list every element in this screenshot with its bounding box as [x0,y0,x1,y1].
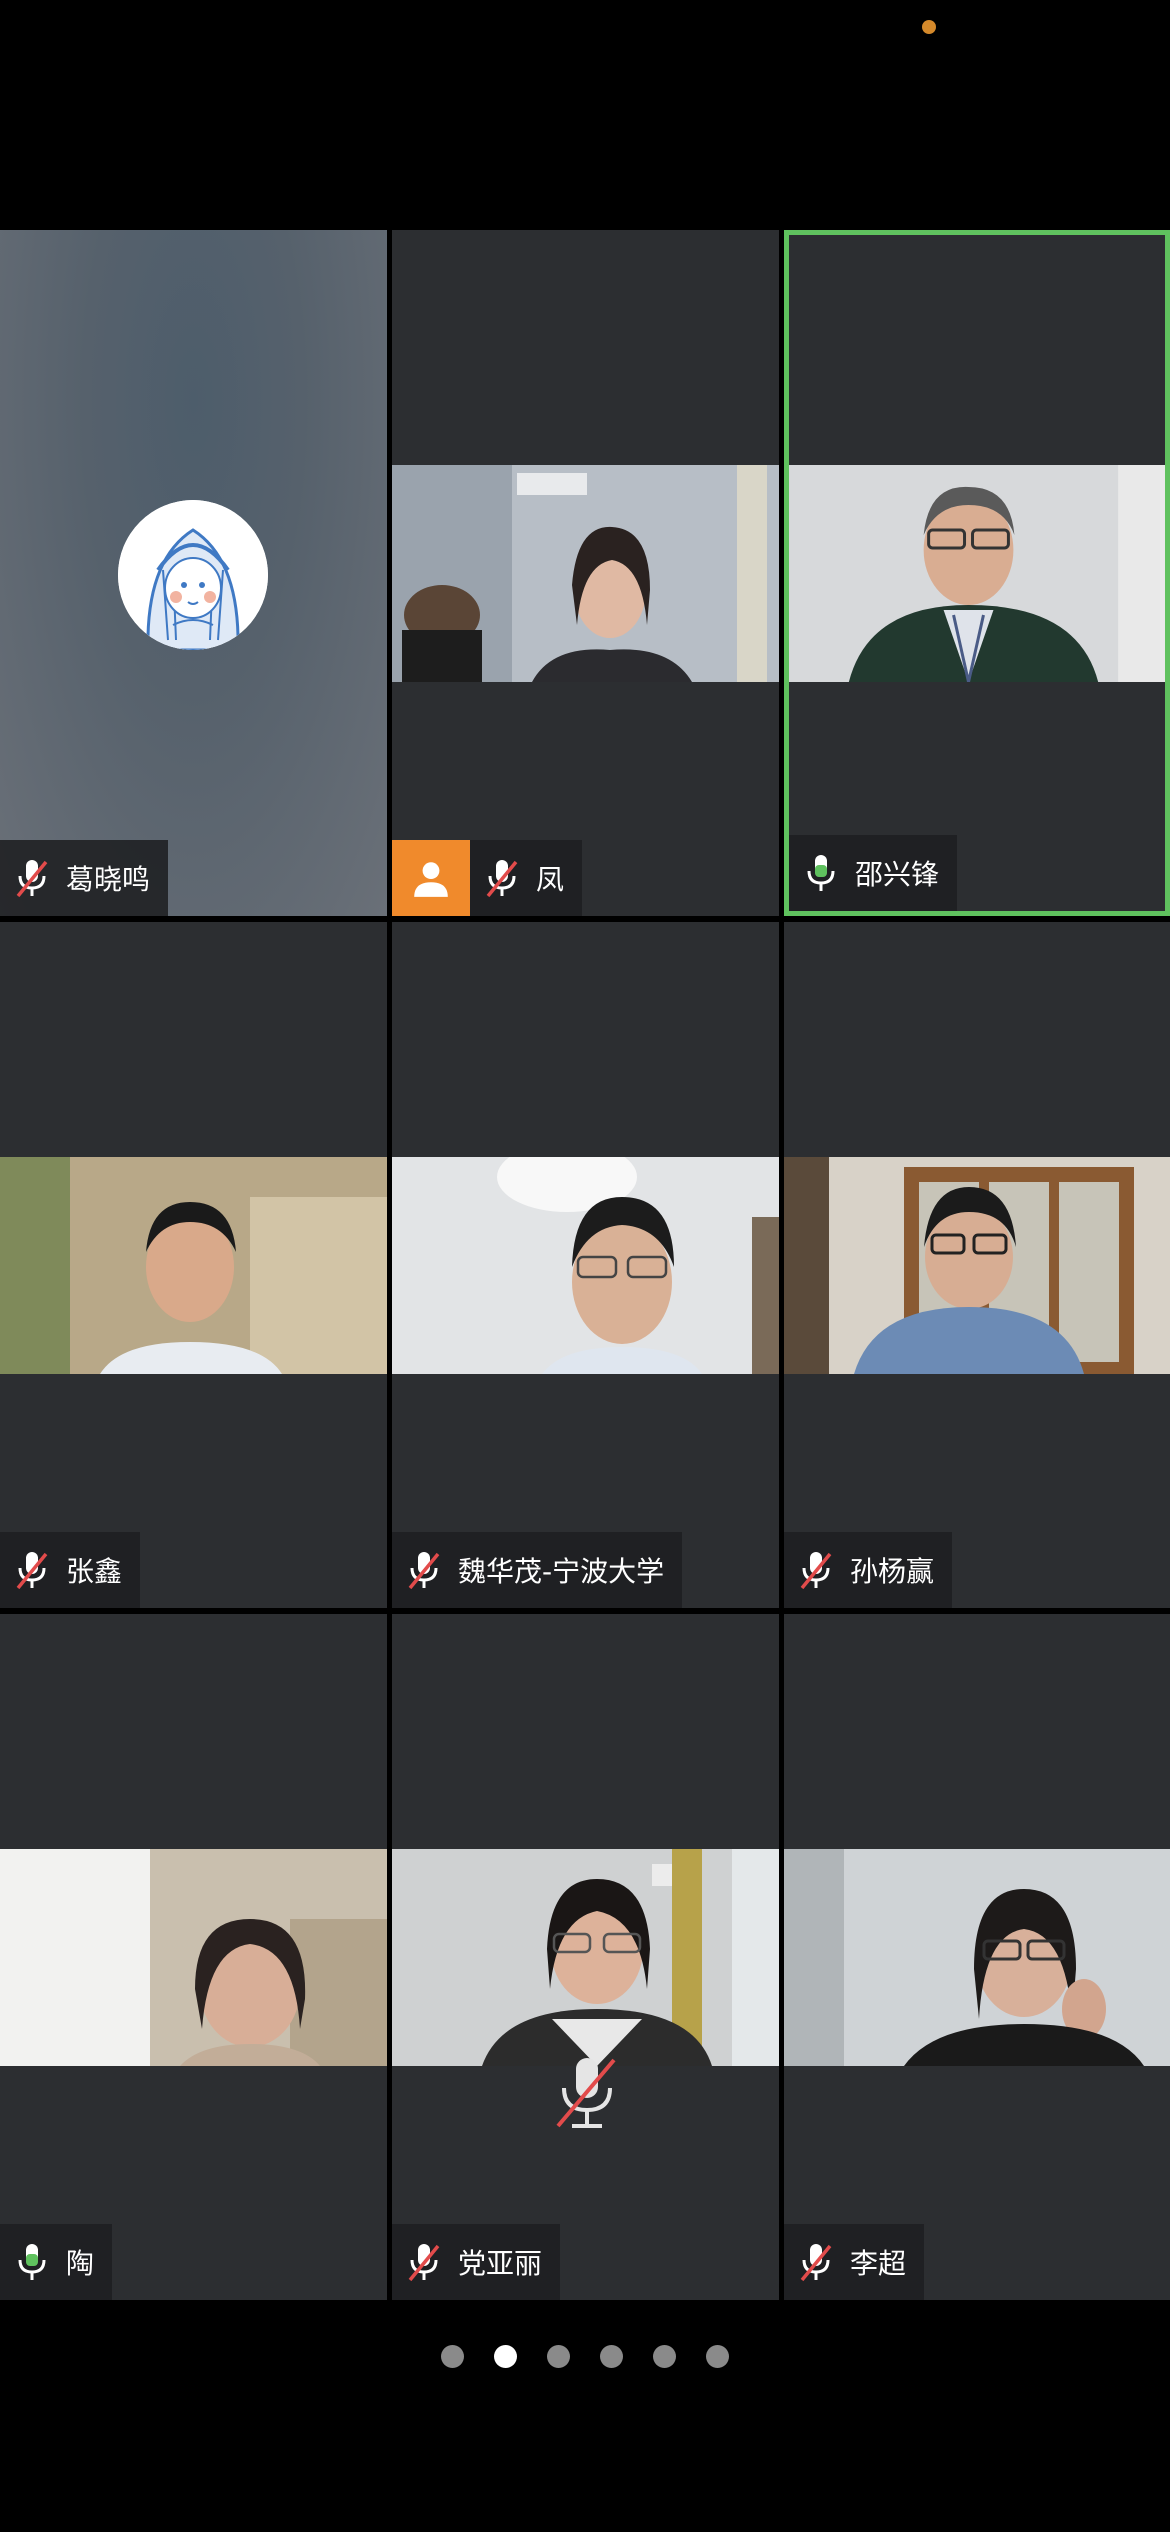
participant-tile-9[interactable]: 李超 [784,1614,1170,2300]
person-icon [414,862,448,897]
mic-muted-icon [800,1552,832,1590]
participant-tile-5[interactable]: 魏华茂-宁波大学 [392,922,779,1608]
participant-tile-7[interactable]: 陶 [0,1614,387,2300]
participant-name: 凤 [536,863,565,896]
participant-tile-4[interactable]: 张鑫 [0,922,387,1608]
participant-video [392,1157,779,1374]
participant-video [784,1849,1170,2066]
participant-name-tag: 党亚丽 [392,2224,561,2300]
page-dot-1[interactable] [441,2345,464,2368]
participant-video [789,465,1165,682]
participant-name-tag: 魏华茂-宁波大学 [392,1532,683,1608]
mic-muted-icon [800,2244,832,2282]
mic-muted-icon [486,860,518,898]
page-dot-2[interactable] [494,2345,517,2368]
participant-tile-1[interactable]: 葛晓鸣 [0,230,387,916]
participant-name-tag: 凤 [470,840,583,916]
participant-name: 李超 [850,2247,907,2280]
participant-video [392,1849,779,2066]
participant-video [392,465,779,682]
participant-name: 邵兴锋 [855,858,940,891]
mic-active-icon [807,855,835,891]
mic-muted-icon [16,860,48,898]
mic-muted-icon [16,1552,48,1590]
status-indicator-dot [922,20,936,34]
profile-badge [392,840,470,916]
participant-name: 葛晓鸣 [66,863,151,896]
mic-active-icon [18,2244,46,2280]
participant-name-tag: 陶 [0,2224,113,2300]
participant-video [0,1157,387,1374]
page-dot-6[interactable] [706,2345,729,2368]
participant-name: 张鑫 [66,1555,123,1588]
page-dot-4[interactable] [600,2345,623,2368]
participant-name: 魏华茂-宁波大学 [458,1555,665,1588]
participant-tile-8[interactable]: 党亚丽 [392,1614,779,2300]
participant-name-tag: 张鑫 [0,1532,141,1608]
participant-tile-3[interactable]: 邵兴锋 [784,230,1170,916]
participant-name-tag: 葛晓鸣 [0,840,169,916]
muted-mic-icon [556,2058,616,2128]
page-indicator[interactable] [0,2345,1170,2375]
participant-name: 党亚丽 [458,2247,543,2280]
mic-muted-icon [408,2244,440,2282]
participant-tile-2[interactable]: 凤 [392,230,779,916]
participant-name-tag: 李超 [784,2224,925,2300]
page-dot-5[interactable] [653,2345,676,2368]
participant-video [0,1849,387,2066]
participant-tile-6[interactable]: 孙杨赢 [784,922,1170,1608]
participant-name: 陶 [66,2247,95,2280]
page-dot-3[interactable] [547,2345,570,2368]
participant-video [784,1157,1170,1374]
participant-name-tag: 孙杨赢 [784,1532,953,1608]
participant-name: 孙杨赢 [850,1555,935,1588]
participant-grid: 葛晓鸣 凤 邵兴锋 张鑫 魏华茂-宁波大学 孙杨赢 陶 党亚丽 李超 [0,230,1170,2300]
avatar [118,500,268,650]
mic-muted-icon [408,1552,440,1590]
participant-name-tag: 邵兴锋 [789,835,958,911]
